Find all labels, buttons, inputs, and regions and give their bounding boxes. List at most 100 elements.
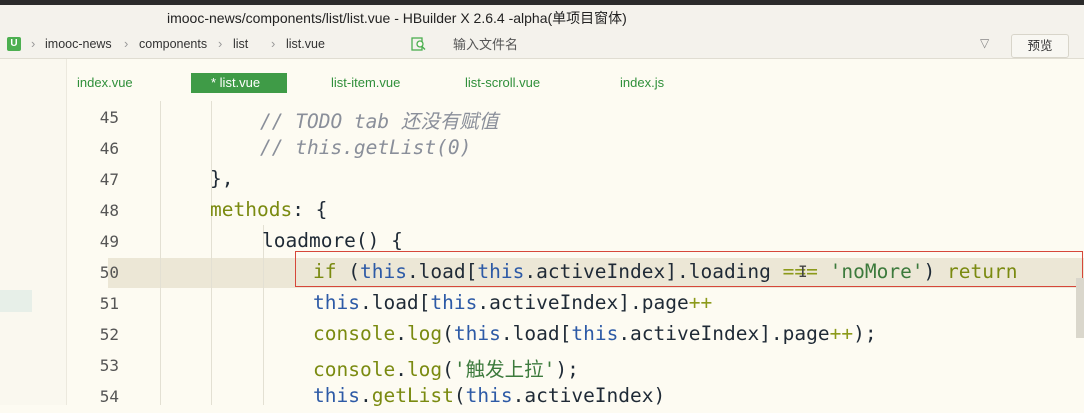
code-token: this (359, 260, 407, 283)
tab-list-vue[interactable]: * list.vue (191, 73, 288, 93)
code-text: if (this.load[this.activeIndex].loading … (313, 260, 1017, 283)
line-number: 54 (99, 387, 119, 406)
code-line: 47}, (67, 165, 1084, 196)
tab-list-scroll-vue[interactable]: list-scroll.vue (465, 73, 540, 93)
code-token: this (477, 260, 525, 283)
code-text: console.log(this.load[this.activeIndex].… (313, 322, 877, 345)
code-text: this.load[this.activeIndex].page++ (313, 291, 712, 314)
hbuilder-logo-icon[interactable]: U (7, 37, 21, 51)
code-token: // TODO tab 还没有赋值 (260, 110, 499, 133)
code-token: return (947, 260, 1018, 283)
window-titlebar: imooc-news/components/list/list.vue - HB… (0, 0, 1084, 32)
code-line: 51 this.load[this.activeIndex].page++ (67, 289, 1084, 320)
code-token: console (313, 322, 396, 345)
breadcrumb-item-components[interactable]: components (139, 37, 207, 51)
left-sidebar-gutter (0, 59, 67, 405)
vertical-scrollbar[interactable] (1076, 278, 1084, 338)
code-text: // TODO tab 还没有赋值 (260, 105, 498, 134)
line-number: 52 (99, 325, 119, 344)
code-token: this (313, 384, 360, 407)
code-token: . (359, 384, 372, 407)
search-file-icon[interactable] (411, 37, 427, 51)
code-token: ( (453, 384, 466, 407)
code-token: .activeIndex) (512, 384, 666, 407)
breadcrumb-item-project[interactable]: imooc-news (45, 37, 112, 51)
chevron-right-icon: › (271, 36, 276, 51)
breadcrumb-item-file[interactable]: list.vue (286, 37, 325, 51)
line-number: 47 (99, 170, 119, 189)
code-token: ( (442, 358, 454, 381)
code-token: log (406, 322, 443, 345)
tab-index-js[interactable]: index.js (620, 73, 664, 93)
gutter-marker (0, 290, 32, 312)
code-token: .activeIndex].page (618, 322, 830, 345)
code-text: loadmore() { (262, 229, 403, 252)
code-line: 53 console.log('触发上拉'); (67, 351, 1084, 382)
code-token: ( (442, 322, 454, 345)
line-number: 45 (99, 108, 119, 127)
code-token: .load[ (359, 291, 431, 314)
code-token: : { (292, 198, 328, 221)
breadcrumb-item-list[interactable]: list (233, 37, 248, 51)
code-token: ); (853, 322, 877, 345)
code-token: this (571, 322, 619, 345)
line-number: 46 (99, 139, 119, 158)
code-token: if (313, 260, 337, 283)
code-token: .activeIndex].page (477, 291, 689, 314)
preview-button[interactable]: 预览 (1011, 34, 1069, 58)
code-token: getList (371, 384, 454, 407)
code-token: methods (210, 198, 293, 221)
code-line: 49 loadmore() { (67, 227, 1084, 258)
code-token: .load[ (500, 322, 572, 345)
window-title: imooc-news/components/list/list.vue - HB… (167, 10, 627, 26)
code-token: . (395, 322, 407, 345)
code-text: methods: { (210, 198, 327, 221)
code-token: loadmore() { (262, 229, 403, 252)
breadcrumb-bar: U › imooc-news › components › list › lis… (0, 32, 1084, 59)
code-line: 48 methods: { (67, 196, 1084, 227)
code-line: 45 // TODO tab 还没有赋值 (67, 103, 1084, 134)
code-token: this (430, 291, 478, 314)
code-token: ++ (688, 291, 713, 314)
tab-index-vue[interactable]: index.vue (77, 73, 133, 93)
code-token: .activeIndex].loading (524, 260, 783, 283)
filter-icon[interactable]: ▽ (980, 36, 989, 50)
code-line: 46 // this.getList(0) (67, 134, 1084, 165)
code-line: 54 this.getList(this.activeIndex) (67, 382, 1084, 413)
code-token: ( (336, 260, 360, 283)
code-token: this (465, 384, 513, 407)
code-line: 52 console.log(this.load[this.activeIndex… (67, 320, 1084, 351)
code-token: log (406, 358, 443, 381)
line-number: 49 (99, 232, 119, 251)
code-text: }, (210, 167, 233, 190)
line-number: 53 (99, 356, 119, 375)
code-token: . (395, 358, 407, 381)
chevron-right-icon: › (124, 36, 129, 51)
chevron-right-icon: › (218, 36, 223, 51)
line-number: 48 (99, 201, 119, 220)
code-text: // this.getList(0) (260, 136, 471, 159)
code-token: '触发上拉' (453, 358, 556, 381)
code-editor[interactable]: 45 // TODO tab 还没有赋值 46 // this.getList(0)… (67, 101, 1084, 407)
code-token: ); (555, 358, 579, 381)
code-token: }, (210, 167, 234, 190)
text-cursor-icon: I (798, 262, 808, 281)
code-text: this.getList(this.activeIndex) (313, 384, 665, 407)
code-token: this (453, 322, 501, 345)
editor-tab-bar: index.vue * list.vue list-item.vue list-… (67, 59, 1084, 101)
code-token: this (313, 291, 360, 314)
code-token: ++ (829, 322, 854, 345)
file-search-input[interactable] (437, 35, 1009, 54)
code-token: ) (923, 260, 948, 283)
line-number: 50 (99, 263, 119, 282)
line-number: 51 (99, 294, 119, 313)
code-token: 'noMore' (829, 260, 924, 283)
top-bar-strip (0, 0, 1084, 5)
code-line: 50 if (this.load[this.activeIndex].loadin… (67, 258, 1084, 289)
code-token: .load[ (406, 260, 478, 283)
chevron-right-icon: › (31, 36, 36, 51)
code-token: // this.getList(0) (260, 136, 472, 159)
tab-list-item-vue[interactable]: list-item.vue (331, 73, 400, 93)
code-token: console (313, 358, 396, 381)
